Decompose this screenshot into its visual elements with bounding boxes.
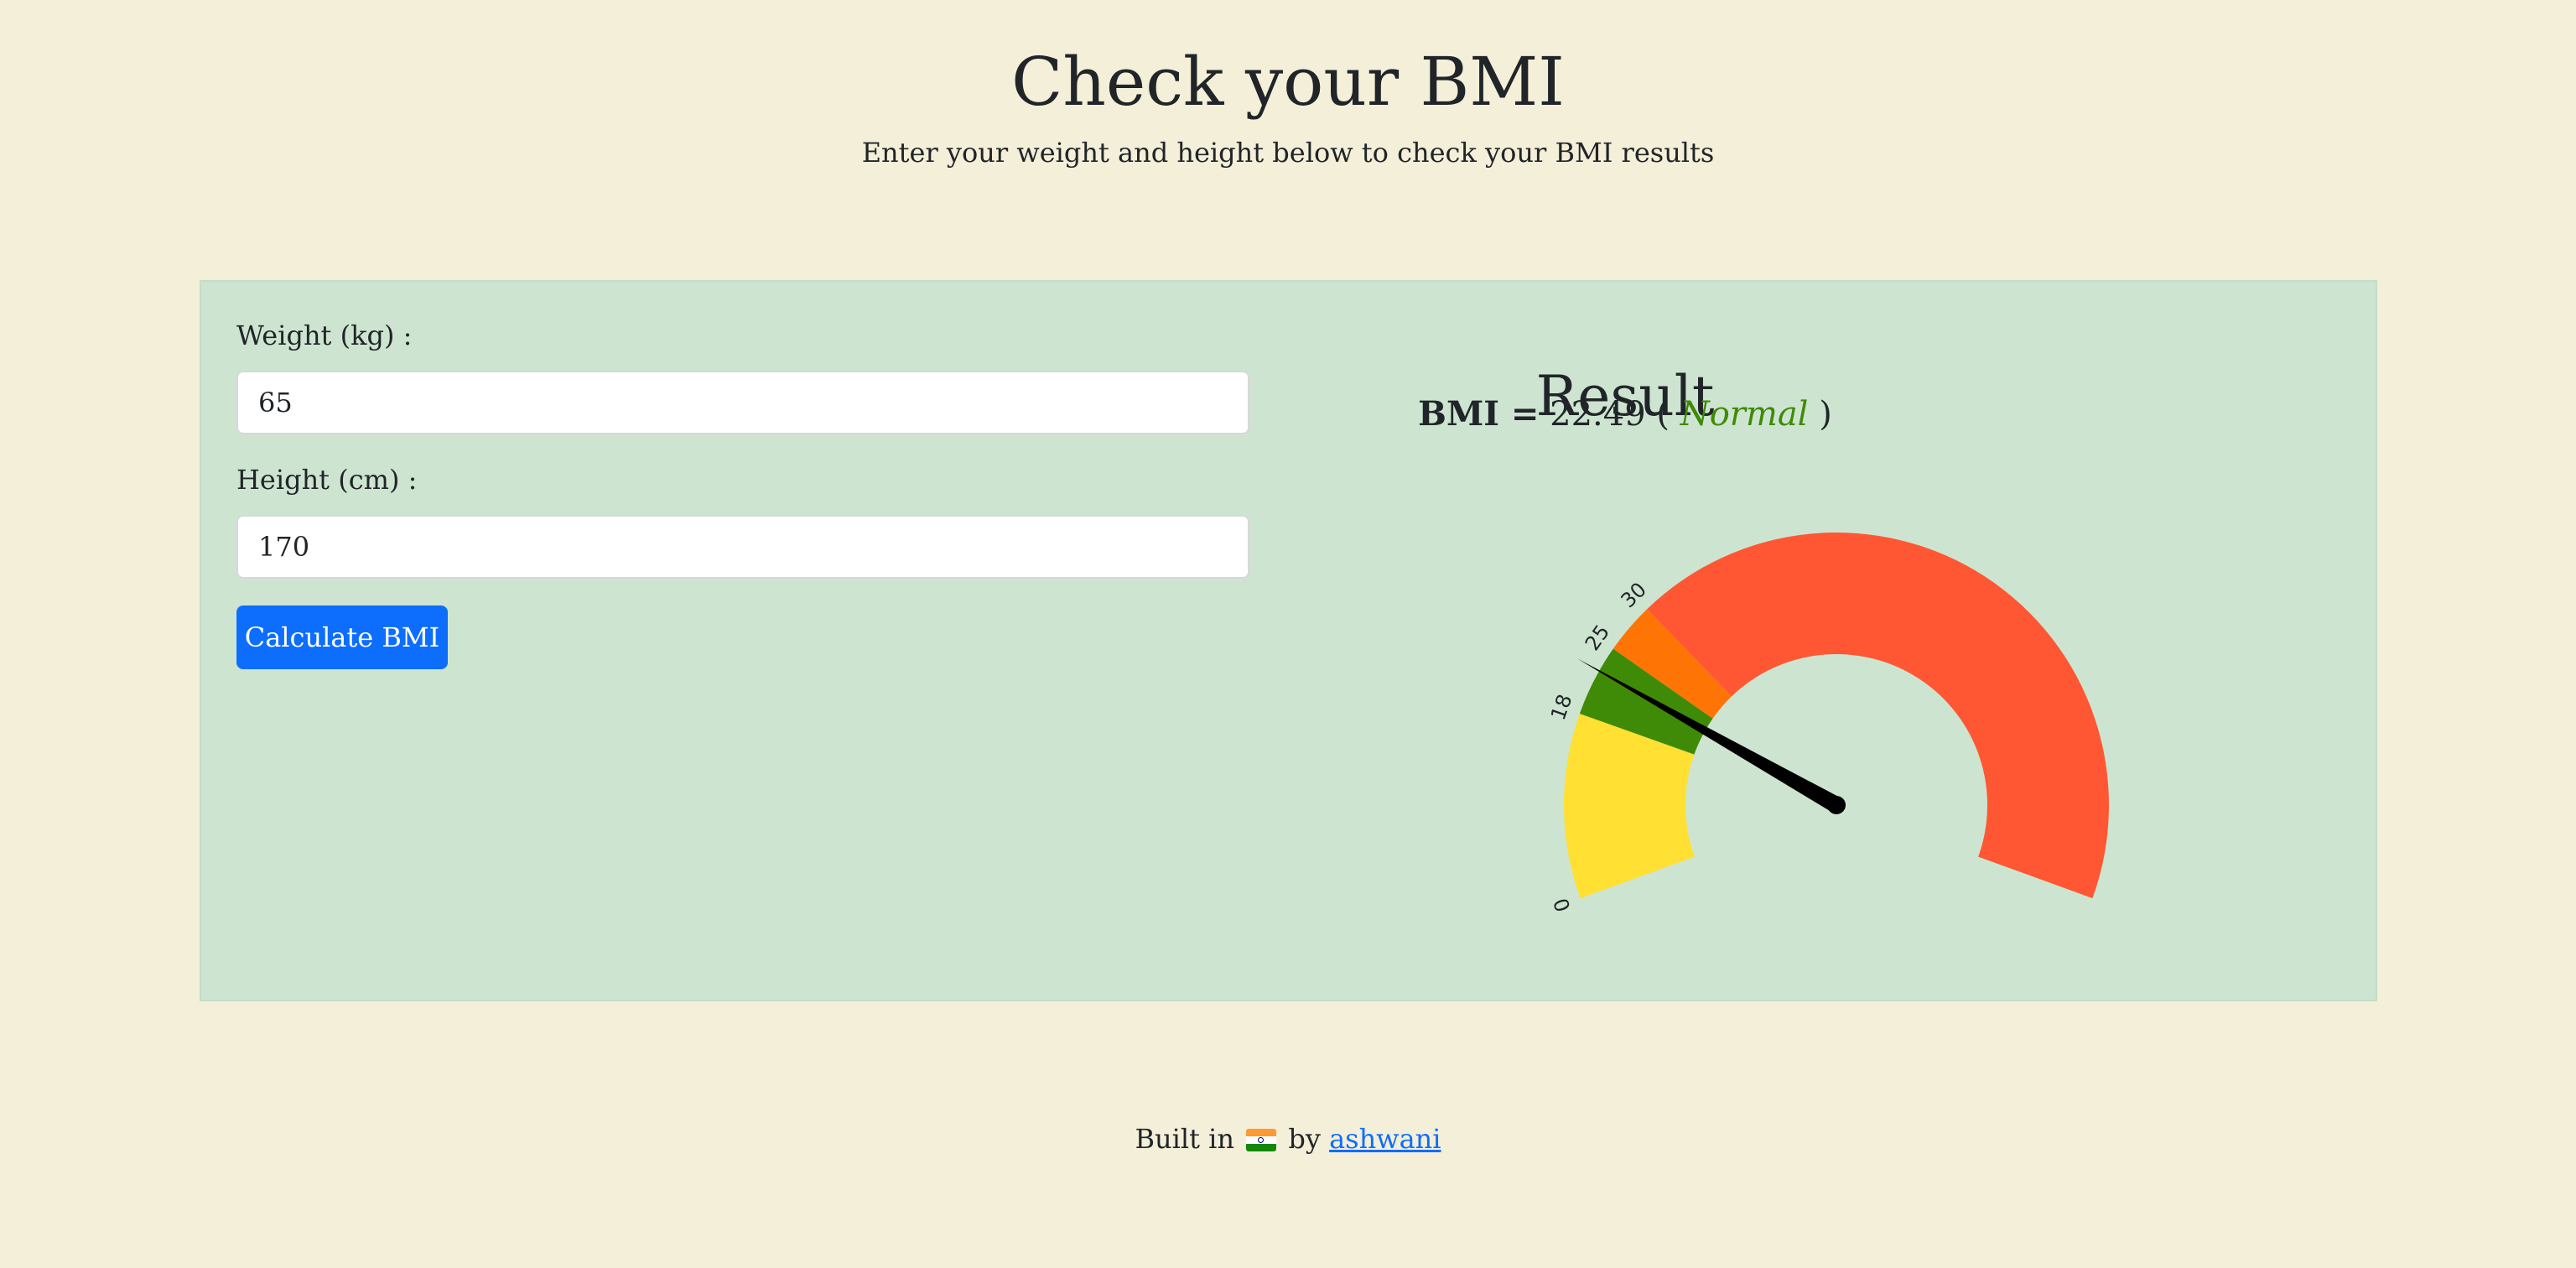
- page-title: Check your BMI: [1011, 43, 1565, 121]
- gauge-tick-label: 25: [1581, 621, 1614, 655]
- footer-prefix: Built in: [1135, 1123, 1234, 1155]
- gauge-needle-hub: [1827, 796, 1846, 814]
- gauge-tick-label: 30: [1617, 578, 1651, 612]
- page-subtitle: Enter your weight and height below to ch…: [861, 137, 1715, 169]
- footer: Built in by ashwani: [0, 1119, 2576, 1159]
- bmi-card: Weight (kg) : Height (cm) : Calculate BM…: [200, 280, 2377, 1001]
- gauge-segment: [1647, 532, 2109, 899]
- gauge-tick-label: 18: [1546, 691, 1577, 723]
- gauge-tick-label: 0: [1549, 895, 1576, 915]
- author-link[interactable]: ashwani: [1329, 1123, 1441, 1155]
- footer-by: by: [1288, 1123, 1321, 1155]
- india-flag-icon: [1246, 1129, 1277, 1151]
- bmi-gauge: 0 18 2530: [1546, 532, 2109, 915]
